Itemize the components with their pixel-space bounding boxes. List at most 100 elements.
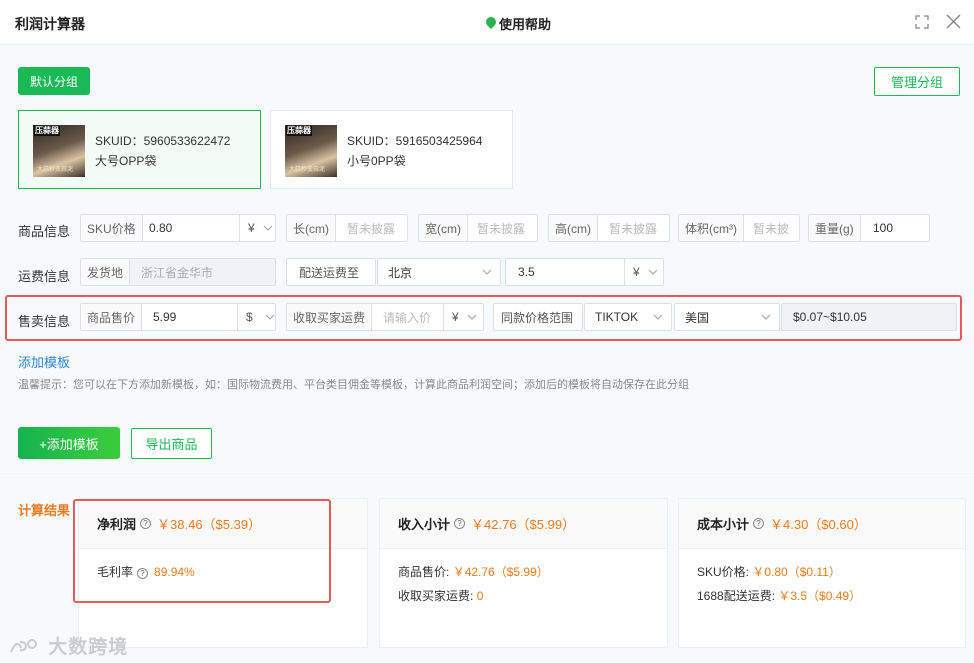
cost-line2-label: 1688配送运费: [697, 589, 776, 603]
platform-select[interactable]: TIKTOK [584, 303, 672, 331]
price-range-label: 同款价格范围 [501, 310, 574, 325]
add-template-link[interactable]: 添加模板 [18, 352, 70, 371]
chevron-down-icon [467, 314, 477, 320]
income-line-1: 商品售价: ￥42.76（$5.99） [398, 563, 549, 580]
close-icon[interactable] [945, 13, 962, 30]
volume-placeholder: 暂未披 [753, 221, 790, 236]
currency-select[interactable]: ¥ [624, 259, 658, 285]
income-line1-label: 商品售价: [398, 565, 450, 579]
shipping-info-label: 运费信息 [18, 269, 71, 284]
height-placeholder: 暂未披露 [609, 221, 658, 236]
origin-field: 发货地 浙江省金华市 [80, 258, 276, 286]
length-label: 长(cm) [287, 215, 336, 241]
chevron-down-icon [761, 314, 771, 320]
destination-select[interactable]: 北京 [377, 258, 501, 286]
cost-line1-value: ￥0.80（$0.11） [752, 565, 841, 579]
price-range-field: $0.07~$10.05 [781, 303, 957, 331]
shipping-fee-field[interactable]: 3.5 ¥ [505, 258, 664, 286]
origin-label: 发货地 [81, 259, 131, 285]
cost-value: ￥4.30（$0.60） [770, 517, 867, 532]
selling-price-field[interactable]: 商品售价 5.99 $ [80, 303, 276, 331]
sku-card-1[interactable]: 压蒜器 大蒜秒变蒜泥 SKUID：5960533622472 大号OPP袋 [18, 110, 261, 189]
income-line-2: 收取买家运费: 0 [398, 587, 483, 604]
title-bar: 利润计算器 使用帮助 [0, 0, 974, 45]
currency-select[interactable]: $ [237, 304, 275, 330]
length-field[interactable]: 长(cm) 暂未披露 [286, 214, 408, 242]
selling-price-label: 商品售价 [81, 304, 143, 330]
help-circle-icon[interactable]: ? [753, 518, 765, 529]
profit-highlight [73, 499, 331, 603]
fullscreen-icon[interactable] [915, 15, 929, 29]
chevron-down-icon [263, 225, 273, 231]
sku-id: SKUID：5960533622472 [95, 134, 231, 148]
chevron-down-icon [648, 269, 658, 275]
thumb-caption: 大蒜秒变蒜泥 [37, 167, 74, 173]
sku-price-label: SKU价格 [81, 215, 143, 241]
width-placeholder: 暂未披露 [477, 221, 526, 236]
length-placeholder: 暂未披露 [347, 221, 396, 236]
cost-line2-value: ￥3.5（$0.49） [778, 589, 862, 603]
currency-select[interactable]: ¥ [239, 215, 273, 241]
country-select[interactable]: 美国 [674, 303, 780, 331]
watermark-logo-icon [10, 639, 38, 653]
product-thumbnail: 压蒜器 大蒜秒变蒜泥 [285, 125, 337, 177]
sku-name: 大号OPP袋 [95, 154, 157, 168]
income-line1-value: ￥42.76（$5.99） [452, 565, 549, 579]
cost-card: 成本小计 ? ￥4.30（$0.60） SKU价格: ￥0.80（$0.11） … [678, 498, 966, 648]
watermark: 大数跨境 [8, 632, 128, 659]
currency-value: ¥ [633, 265, 640, 279]
buyer-shipping-field[interactable]: 收取买家运费 请输入价 ¥ [286, 303, 484, 331]
help-label: 使用帮助 [499, 17, 552, 32]
chevron-down-icon [482, 269, 492, 275]
cost-line-1: SKU价格: ￥0.80（$0.11） [697, 563, 841, 580]
shipping-fee-value[interactable]: 3.5 [518, 259, 535, 285]
weight-value[interactable]: 100 [873, 215, 893, 241]
sku-price-value[interactable]: 0.80 [149, 215, 172, 241]
currency-value: $ [246, 310, 253, 324]
sku-card-2[interactable]: 压蒜器 大蒜秒变蒜泥 SKUID：5916503425964 小号0PP袋 [270, 110, 513, 189]
selling-price-value[interactable]: 5.99 [153, 304, 176, 330]
cost-line-2: 1688配送运费: ￥3.5（$0.49） [697, 587, 861, 604]
help-circle-icon[interactable]: ? [454, 518, 466, 529]
ship-to-label: 配送运费至 [299, 265, 360, 280]
country-value: 美国 [685, 310, 710, 325]
volume-label: 体积(cm³) [679, 215, 744, 241]
income-value: ￥42.76（$5.99） [471, 517, 576, 532]
currency-value: ¥ [248, 221, 255, 235]
sku-id: SKUID：5916503425964 [347, 134, 483, 148]
sku-price-field[interactable]: SKU价格 0.80 ¥ [80, 214, 276, 242]
income-header: 收入小计 ? ￥42.76（$5.99） [380, 499, 667, 549]
help-link[interactable]: 使用帮助 [486, 14, 551, 33]
weight-label: 重量(g) [809, 215, 861, 241]
product-info-label: 商品信息 [18, 224, 71, 239]
watermark-text: 大数跨境 [48, 637, 129, 658]
ship-to-button[interactable]: 配送运费至 [286, 258, 376, 286]
price-range-value: $0.07~$10.05 [793, 310, 867, 324]
height-field[interactable]: 高(cm) 暂未披露 [548, 214, 670, 242]
volume-field[interactable]: 体积(cm³) 暂未披 [678, 214, 800, 242]
currency-select[interactable]: ¥ [443, 304, 477, 330]
add-template-button[interactable]: +添加模板 [18, 427, 120, 459]
price-range-label-box: 同款价格范围 [493, 303, 583, 331]
width-label: 宽(cm) [419, 215, 468, 241]
width-field[interactable]: 宽(cm) 暂未披露 [418, 214, 538, 242]
origin-value: 浙江省金华市 [141, 265, 214, 280]
export-products-button[interactable]: 导出商品 [131, 428, 212, 459]
destination-value: 北京 [388, 265, 413, 280]
weight-field[interactable]: 重量(g) 100 [808, 214, 930, 242]
manage-group-button[interactable]: 管理分组 [874, 67, 960, 96]
results-label: 计算结果 [18, 503, 71, 518]
income-line2-label: 收取买家运费: [398, 589, 474, 603]
tip-text: 温馨提示：您可以在下方添加新模板，如：国际物流费用、平台类目佣金等模板，计算此商… [18, 379, 689, 391]
cost-line1-label: SKU价格: [697, 565, 750, 579]
buyer-shipping-placeholder[interactable]: 请输入价 [383, 304, 431, 330]
cost-header: 成本小计 ? ￥4.30（$0.60） [679, 499, 965, 549]
thumb-label: 压蒜器 [286, 126, 312, 136]
buyer-shipping-label: 收取买家运费 [287, 304, 373, 330]
location-pin-icon [486, 17, 496, 31]
income-line2-value: 0 [476, 589, 484, 603]
default-group-button[interactable]: 默认分组 [18, 67, 90, 95]
currency-value: ¥ [452, 310, 459, 324]
income-title: 收入小计 [398, 517, 451, 532]
sku-name: 小号0PP袋 [347, 154, 406, 168]
